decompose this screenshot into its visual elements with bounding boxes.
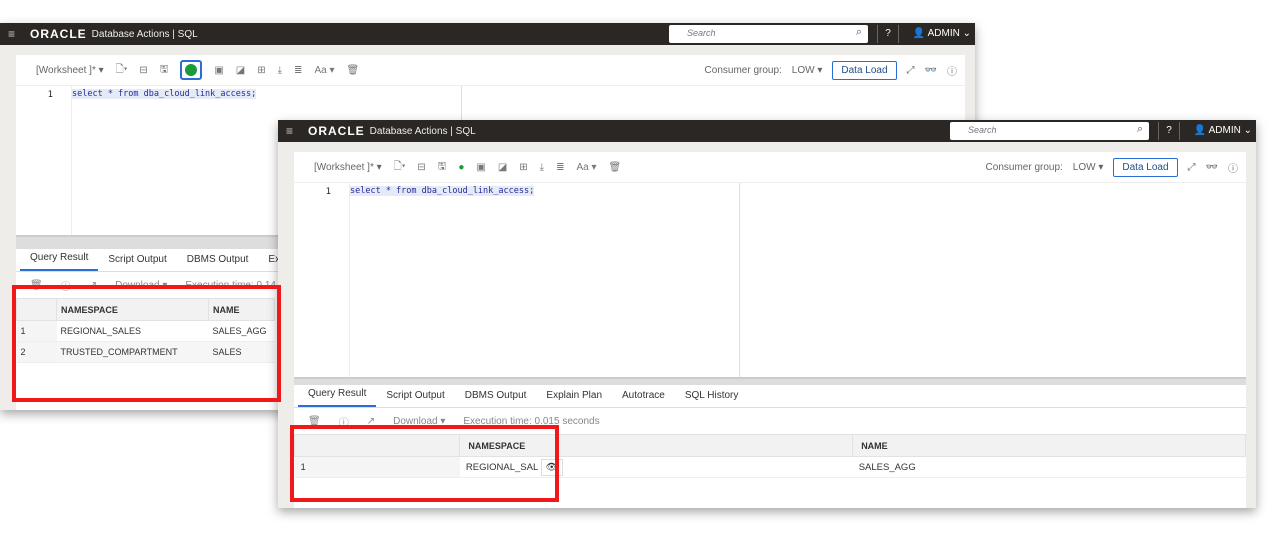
toolbar: [Worksheet ]* ▾ 🗋▾ ⊟ 🖫 ● ▣ ◪ ⊞ ⤓ ≣ Aa ▾ …	[294, 152, 1246, 182]
run-script-icon[interactable]: ▣	[214, 65, 223, 76]
column-header[interactable]: NAME	[852, 434, 1246, 457]
data-load-button[interactable]: Data Load	[832, 60, 897, 80]
download-icon[interactable]: ⤓	[540, 162, 544, 173]
worksheet-selector[interactable]: [Worksheet ]* ▾	[314, 162, 382, 173]
tab-dbms-output[interactable]: DBMS Output	[455, 390, 537, 407]
execution-time: Execution time: 0.015 seconds	[463, 415, 600, 427]
search-input[interactable]: Search ⌕	[950, 122, 1149, 140]
search-icon: ⌕	[1136, 123, 1143, 135]
column-header[interactable]: NAME	[208, 298, 275, 321]
explain-icon[interactable]: ◪	[236, 65, 245, 76]
sql-editor[interactable]: 1 select * from dba_cloud_link_access;	[294, 182, 1246, 377]
expand-icon[interactable]: ⤢	[907, 65, 915, 76]
autotrace-icon[interactable]: ⊞	[257, 65, 265, 76]
data-load-button[interactable]: Data Load	[1113, 157, 1178, 177]
open-icon[interactable]: ⊟	[139, 65, 147, 76]
consumer-label: Consumer group:	[704, 64, 782, 76]
user-menu[interactable]: 👤 ADMIN ⌄	[1194, 122, 1252, 140]
search-icon: ⌕	[855, 26, 862, 38]
eye-icon[interactable]: 👁	[540, 458, 563, 476]
download-icon[interactable]: ⤓	[278, 65, 282, 76]
line-number: 1	[47, 90, 53, 100]
menu-icon[interactable]: ≡	[286, 124, 296, 138]
consumer-label: Consumer group:	[985, 161, 1063, 173]
help-icon[interactable]: ?	[877, 25, 899, 43]
trash-icon[interactable]: 🗑	[346, 65, 359, 76]
line-number: 1	[325, 187, 331, 197]
trash-icon[interactable]: 🗑	[308, 416, 321, 427]
font-icon[interactable]: Aa ▾	[576, 162, 596, 173]
trash-icon[interactable]: 🗑	[30, 280, 43, 291]
tab-query-result[interactable]: Query Result	[20, 252, 99, 271]
tab-sql-history[interactable]: SQL History	[675, 390, 749, 407]
sql-text[interactable]: select * from dba_cloud_link_access;	[72, 89, 257, 99]
worksheet-selector[interactable]: [Worksheet ]* ▾	[36, 65, 104, 76]
format-icon[interactable]: ≣	[294, 65, 302, 76]
info-icon[interactable]: ⓘ	[61, 278, 71, 293]
binoculars-icon[interactable]: 👓	[925, 65, 937, 76]
autotrace-icon[interactable]: ⊞	[519, 162, 527, 173]
result-table: NAMESPACE NAME 1 REGIONAL_SALES SALES_AGG 2…	[16, 298, 275, 363]
oracle-logo: ORACLE	[308, 124, 365, 138]
download-menu[interactable]: Download ▾	[115, 280, 167, 291]
explain-icon[interactable]: ◪	[498, 162, 507, 173]
trash-icon[interactable]: 🗑	[609, 162, 622, 173]
tab-dbms-output[interactable]: DBMS Output	[177, 254, 259, 271]
save-icon[interactable]: 🖫	[438, 159, 447, 176]
result-tabs: Query Result Script Output DBMS Output E…	[294, 385, 1246, 408]
front-window: ≡ ORACLE Database Actions | SQL Search ⌕ …	[278, 120, 1256, 508]
info-icon[interactable]: ⓘ	[339, 414, 349, 429]
font-icon[interactable]: Aa ▾	[314, 65, 334, 76]
open-external-icon[interactable]: ↗	[367, 416, 375, 427]
run-button[interactable]	[180, 60, 203, 80]
tab-autotrace[interactable]: Autotrace	[612, 390, 675, 407]
tab-script-output[interactable]: Script Output	[98, 254, 176, 271]
header: ≡ ORACLE Database Actions | SQL Search ⌕ …	[278, 120, 1256, 142]
table-row[interactable]: 1 REGIONAL_SAL 👁 SALES_AGG	[294, 456, 1246, 478]
consumer-select[interactable]: LOW ▾	[792, 65, 823, 76]
column-header[interactable]: NAMESPACE	[459, 434, 854, 457]
new-file-icon[interactable]: 🗋▾	[394, 159, 406, 176]
sql-text[interactable]: select * from dba_cloud_link_access;	[350, 186, 535, 196]
tab-explain-plan[interactable]: Explain Plan	[536, 390, 612, 407]
help-icon[interactable]: ⓘ	[947, 63, 957, 78]
help-icon[interactable]: ?	[1158, 122, 1180, 140]
column-header[interactable]: NAMESPACE	[56, 298, 209, 321]
run-button[interactable]: ●	[458, 162, 464, 173]
open-icon[interactable]: ⊟	[417, 162, 425, 173]
menu-icon[interactable]: ≡	[8, 27, 18, 41]
run-script-icon[interactable]: ▣	[476, 162, 485, 173]
help-icon[interactable]: ⓘ	[1228, 160, 1238, 175]
tab-query-result[interactable]: Query Result	[298, 388, 377, 407]
save-icon[interactable]: 🖫	[160, 62, 169, 79]
tab-script-output[interactable]: Script Output	[376, 390, 454, 407]
open-external-icon[interactable]: ↗	[89, 280, 97, 291]
format-icon[interactable]: ≣	[556, 162, 564, 173]
download-menu[interactable]: Download ▾	[393, 416, 445, 427]
result-table: NAMESPACE NAME 1 REGIONAL_SAL 👁 SALES_AGG	[293, 434, 1246, 478]
header: ≡ ORACLE Database Actions | SQL Search ⌕ …	[0, 23, 975, 45]
consumer-select[interactable]: LOW ▾	[1073, 162, 1104, 173]
binoculars-icon[interactable]: 👓	[1206, 162, 1218, 173]
new-file-icon[interactable]: 🗋▾	[116, 62, 128, 79]
app-title: Database Actions | SQL	[369, 125, 476, 137]
app-title: Database Actions | SQL	[91, 28, 198, 40]
oracle-logo: ORACLE	[30, 27, 87, 41]
table-row[interactable]: 1 REGIONAL_SALES SALES_AGG	[16, 320, 275, 342]
table-row[interactable]: 2 TRUSTED_COMPARTMENT SALES	[16, 341, 275, 363]
user-menu[interactable]: 👤 ADMIN ⌄	[913, 25, 971, 43]
search-input[interactable]: Search ⌕	[669, 25, 868, 43]
expand-icon[interactable]: ⤢	[1188, 162, 1196, 173]
toolbar: [Worksheet ]* ▾ 🗋▾ ⊟ 🖫 ▣ ◪ ⊞ ⤓ ≣ Aa ▾ 🗑 …	[16, 55, 965, 85]
